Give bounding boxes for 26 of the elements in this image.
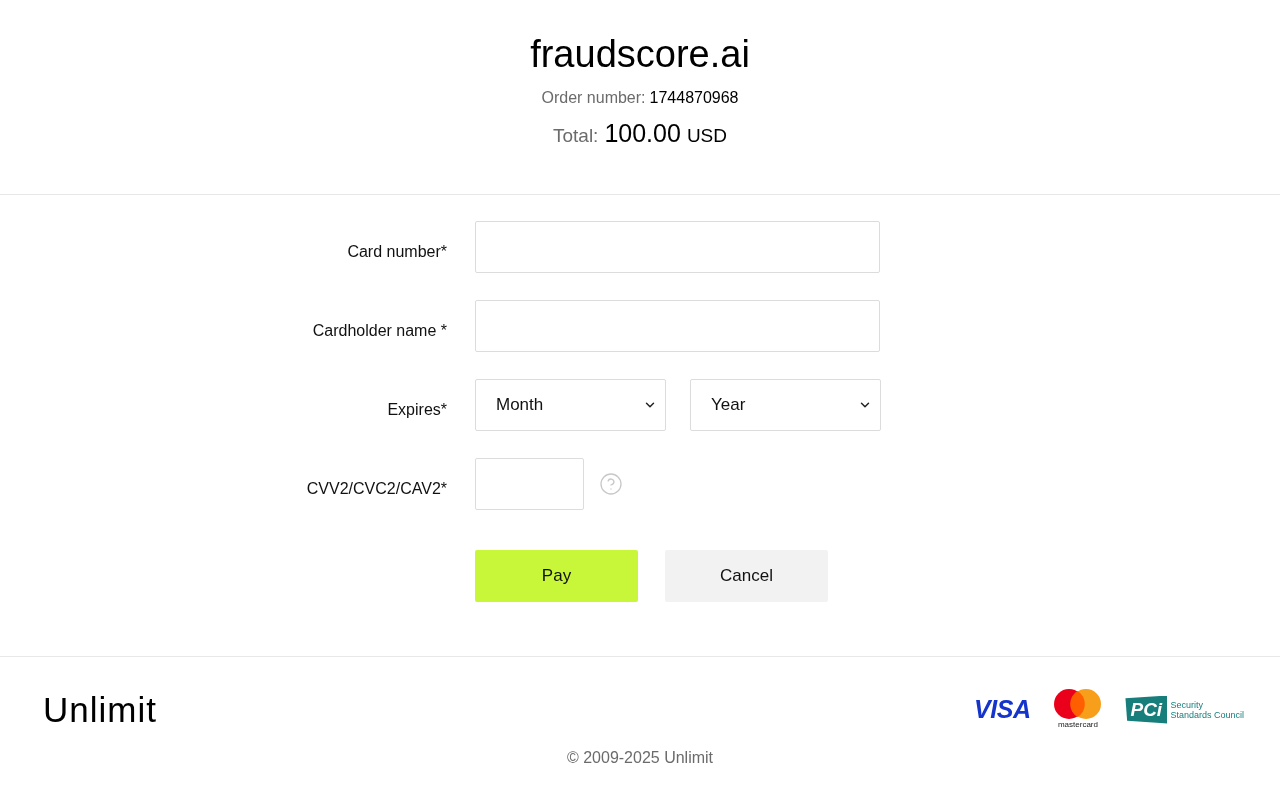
field-label: Cardholder name * xyxy=(312,321,447,341)
field-label: Card number* xyxy=(347,242,447,262)
dropdown-select[interactable]: Month xyxy=(475,379,666,431)
cancel-button[interactable]: Cancel xyxy=(665,550,828,602)
field-label: Expires* xyxy=(387,400,447,420)
text-field[interactable] xyxy=(475,300,880,352)
total-label: Total: xyxy=(553,124,599,148)
pci-caption: Standards Council xyxy=(1170,709,1244,720)
field-label: CVV2/CVC2/CAV2* xyxy=(306,479,447,499)
pci-logo: PCi xyxy=(1125,695,1168,724)
visa-logo: VISA xyxy=(974,697,1031,722)
help-icon[interactable] xyxy=(599,472,623,496)
unlimit-logo: Unlimit xyxy=(43,692,157,727)
pci-caption: Security xyxy=(1170,699,1204,710)
merchant-title: fraudscore.ai xyxy=(530,32,750,77)
pay-button[interactable]: Pay xyxy=(475,550,638,602)
copyright-text: © 2009-2025 Unlimit xyxy=(566,748,714,768)
total-amount: 100.00 xyxy=(604,118,681,148)
total-currency: USD xyxy=(686,124,727,148)
mastercard-circles-icon xyxy=(1054,689,1102,719)
cvv-field[interactable] xyxy=(475,458,584,510)
mastercard-wordmark: mastercard xyxy=(1057,720,1098,730)
text-field[interactable] xyxy=(475,221,880,273)
dropdown-select[interactable]: Year xyxy=(690,379,881,431)
order-number-value: 1744870968 xyxy=(649,88,739,108)
order-number-label: Order number: xyxy=(541,88,646,108)
